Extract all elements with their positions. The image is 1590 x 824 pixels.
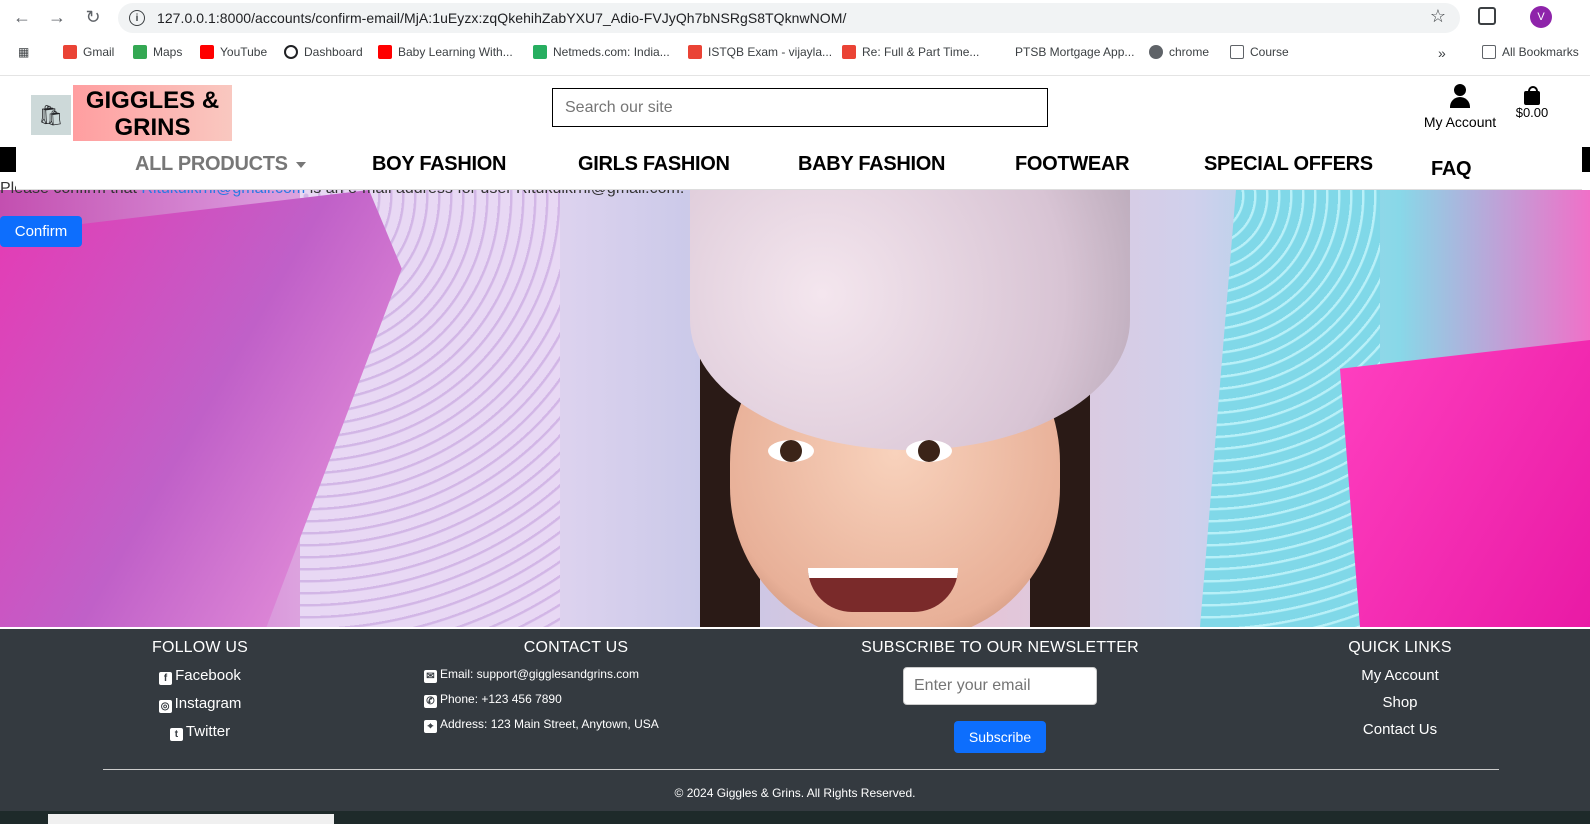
right-edge-bar (1582, 147, 1590, 172)
bookmark-star-icon[interactable]: ☆ (1430, 6, 1446, 27)
all-bookmarks[interactable]: All Bookmarks (1482, 45, 1579, 59)
taskbar-window-thumbnail[interactable] (48, 814, 334, 824)
left-edge-bar (0, 147, 16, 172)
back-icon[interactable]: ← (11, 6, 33, 28)
bookmark-re-full[interactable]: Re: Full & Part Time... (842, 45, 979, 59)
subscribe-button[interactable]: Subscribe (954, 721, 1046, 753)
quick-link-my-account[interactable]: My Account (1320, 667, 1480, 684)
bookmark-course[interactable]: Course (1230, 45, 1289, 59)
follow-us-title: FOLLOW US (151, 639, 249, 656)
folder-icon (1230, 45, 1244, 59)
quick-link-shop[interactable]: Shop (1320, 694, 1480, 711)
apps-grid-icon[interactable]: ▦ (18, 45, 29, 59)
my-account-link[interactable]: My Account (1410, 84, 1510, 130)
copyright-text: © 2024 Giggles & Grins. All Rights Reser… (674, 786, 916, 800)
bookmark-netmeds[interactable]: Netmeds.com: India... (533, 45, 670, 59)
address-bar[interactable]: i 127.0.0.1:8000/accounts/confirm-email/… (118, 3, 1460, 33)
hero-image (0, 190, 1590, 627)
bookmark-dashboard[interactable]: Dashboard (284, 45, 363, 59)
bookmark-gmail[interactable]: Gmail (63, 45, 114, 59)
instagram-icon: ◎ (158, 700, 172, 713)
maps-icon (133, 45, 147, 59)
site-header: 🛍 GIGGLES & GRINS My Account $0.00 (0, 75, 1590, 145)
newsletter-email-input[interactable] (903, 667, 1097, 705)
hero-bag-pink-right (1340, 340, 1590, 627)
nav-faq[interactable]: FAQ (1431, 158, 1472, 181)
hero-eye-left (768, 440, 814, 462)
newsletter-column: SUBSCRIBE TO OUR NEWSLETTER Subscribe (860, 629, 1140, 753)
nav-baby-fashion[interactable]: BABY FASHION (798, 153, 945, 176)
instagram-link[interactable]: ◎ Instagram (120, 695, 280, 713)
bookmarks-bar: ▦ Gmail Maps YouTube Dashboard Baby Lear… (0, 38, 1590, 68)
bookmark-istqb[interactable]: ISTQB Exam - vijayla... (688, 45, 832, 59)
twitter-link[interactable]: t Twitter (120, 723, 280, 741)
dashboard-icon (284, 45, 298, 59)
forward-icon[interactable]: → (46, 6, 68, 28)
nav-special-offers[interactable]: SPECIAL OFFERS (1204, 153, 1373, 176)
logo-shopping-bag-icon[interactable]: 🛍 (31, 95, 71, 135)
netmeds-icon (533, 45, 547, 59)
more-bookmarks-icon[interactable]: » (1438, 45, 1446, 61)
extensions-icon[interactable] (1478, 7, 1496, 25)
hero-smile (808, 568, 958, 612)
hero-knit-hat (690, 190, 1130, 450)
logo-text[interactable]: GIGGLES & GRINS (73, 85, 232, 141)
bookmark-youtube[interactable]: YouTube (200, 45, 267, 59)
facebook-link[interactable]: f Facebook (120, 667, 280, 685)
hero-eye-right (906, 440, 952, 462)
user-icon (1450, 84, 1470, 110)
bookmark-maps[interactable]: Maps (133, 45, 182, 59)
blank-icon (995, 45, 1009, 59)
envelope-icon: ✉ (424, 670, 437, 683)
footer-divider (103, 769, 1499, 770)
contact-address: ⌖ Address: 123 Main Street, Anytown, USA (424, 717, 778, 733)
youtube-icon (378, 45, 392, 59)
bookmark-chrome[interactable]: chrome (1149, 45, 1209, 59)
bookmark-ptsb[interactable]: PTSB Mortgage App... (995, 45, 1134, 59)
nav-all-products[interactable]: ALL PRODUCTS (135, 153, 306, 176)
contact-email: ✉ Email: support@gigglesandgrins.com (424, 667, 778, 683)
phone-icon: ✆ (424, 695, 437, 708)
quick-links-title: QUICK LINKS (1348, 639, 1452, 656)
gmail-icon (63, 45, 77, 59)
map-marker-icon: ⌖ (424, 720, 437, 733)
newsletter-title: SUBSCRIBE TO OUR NEWSLETTER (861, 639, 1139, 656)
browser-toolbar: ← → ↻ i 127.0.0.1:8000/accounts/confirm-… (0, 0, 1590, 34)
quick-link-contact-us[interactable]: Contact Us (1320, 721, 1480, 738)
facebook-icon: f (159, 672, 173, 685)
cart-total: $0.00 (1515, 105, 1549, 120)
nav-footwear[interactable]: FOOTWEAR (1015, 153, 1130, 176)
nav-girls-fashion[interactable]: GIRLS FASHION (578, 153, 730, 176)
main-navigation: ALL PRODUCTS BOY FASHION GIRLS FASHION B… (16, 146, 1582, 190)
bookmark-baby-learning[interactable]: Baby Learning With... (378, 45, 513, 59)
globe-icon (1149, 45, 1163, 59)
folder-icon (1482, 45, 1496, 59)
contact-us-column: CONTACT US ✉ Email: support@gigglesandgri… (424, 629, 778, 742)
quick-links-column: QUICK LINKS My Account Shop Contact Us (1320, 629, 1480, 748)
search-input[interactable] (552, 88, 1048, 127)
gmail-icon (688, 45, 702, 59)
shopping-bag-icon (1524, 86, 1540, 105)
profile-avatar[interactable]: V (1530, 6, 1552, 28)
reload-icon[interactable]: ↻ (82, 6, 104, 28)
site-footer: FOLLOW US f Facebook ◎ Instagram t Twitter … (0, 629, 1590, 811)
follow-us-column: FOLLOW US f Facebook ◎ Instagram t Twitter (120, 629, 280, 751)
cart-link[interactable]: $0.00 (1512, 86, 1552, 120)
contact-phone: ✆ Phone: +123 456 7890 (424, 692, 778, 708)
confirm-button[interactable]: Confirm (0, 216, 82, 247)
twitter-icon: t (169, 728, 183, 741)
caret-down-icon (295, 161, 306, 168)
nav-boy-fashion[interactable]: BOY FASHION (372, 153, 506, 176)
contact-us-title: CONTACT US (523, 639, 629, 656)
url-text[interactable]: 127.0.0.1:8000/accounts/confirm-email/Mj… (157, 10, 846, 26)
gmail-icon (842, 45, 856, 59)
youtube-icon (200, 45, 214, 59)
site-info-icon[interactable]: i (129, 10, 145, 26)
